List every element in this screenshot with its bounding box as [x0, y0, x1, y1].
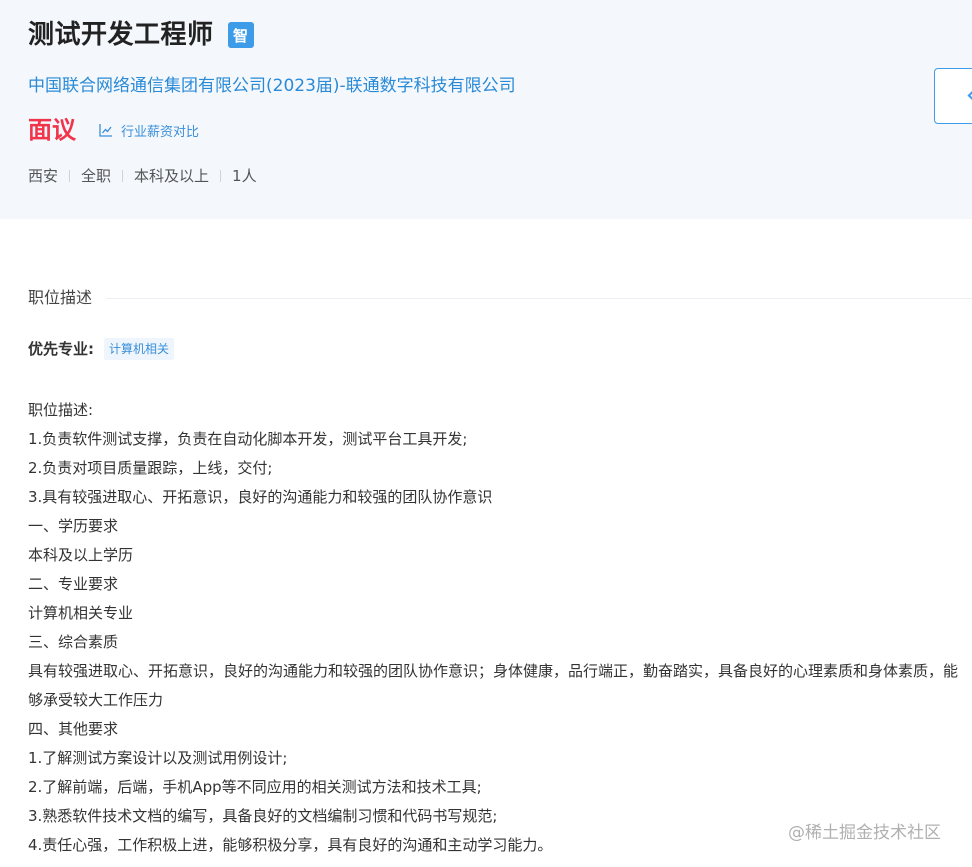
- tag-divider: [122, 170, 124, 182]
- preferred-major-row: 优先专业: 计算机相关: [28, 338, 175, 360]
- tag-headcount: 1人: [232, 167, 257, 185]
- description-section-header: 职位描述: [28, 286, 972, 310]
- description-line: 1.了解测试方案设计以及测试用例设计;: [28, 749, 288, 767]
- tag-type: 全职: [81, 167, 112, 185]
- description-line: 三、综合素质: [28, 633, 119, 651]
- description-line: 3.具有较强进取心、开拓意识，良好的沟通能力和较强的团队协作意识: [28, 488, 493, 506]
- description-line: 二、专业要求: [28, 575, 119, 593]
- trend-chart-icon: [99, 124, 112, 137]
- description-line: 职位描述:: [28, 401, 94, 419]
- job-header: 测试开发工程师 智 中国联合网络通信集团有限公司(2023届)-联通数字科技有限…: [0, 0, 972, 219]
- job-detail-page: 测试开发工程师 智 中国联合网络通信集团有限公司(2023届)-联通数字科技有限…: [0, 0, 972, 867]
- description-line: 2.了解前端，后端，手机App等不同应用的相关测试方法和技术工具;: [28, 778, 482, 796]
- company-link[interactable]: 中国联合网络通信集团有限公司(2023届)-联通数字科技有限公司: [28, 74, 516, 98]
- description-line: 1.负责软件测试支撑，负责在自动化脚本开发，测试平台工具开发;: [28, 430, 468, 448]
- description-line: 四、其他要求: [28, 720, 119, 738]
- description-line: 一、学历要求: [28, 517, 119, 535]
- salary-compare-label: 行业薪资对比: [121, 124, 200, 140]
- salary-row: 面议 行业薪资对比: [28, 114, 199, 146]
- job-description: 职位描述: 1.负责软件测试支撑，负责在自动化脚本开发，测试平台工具开发; 2.…: [28, 396, 958, 860]
- description-line: 本科及以上学历: [28, 546, 134, 564]
- salary-value: 面议: [28, 116, 76, 144]
- tag-divider: [69, 170, 71, 182]
- chevron-left-icon: [967, 90, 972, 101]
- tag-education: 本科及以上: [134, 167, 210, 185]
- watermark: @稀土掘金技术社区: [788, 823, 941, 843]
- description-line: 具有较强进取心、开拓意识，良好的沟通能力和较强的团队协作意识；身体健康，品行端正…: [28, 662, 959, 709]
- tag-location: 西安: [28, 167, 59, 185]
- job-tags: 西安 全职 本科及以上 1人: [28, 166, 257, 186]
- salary-compare-link[interactable]: 行业薪资对比: [98, 121, 199, 140]
- side-action-button[interactable]: [934, 68, 972, 124]
- tag-divider: [220, 170, 222, 182]
- smart-badge: 智: [227, 22, 254, 48]
- title-row: 测试开发工程师 智: [28, 18, 254, 52]
- section-divider: [106, 297, 972, 299]
- preferred-major-label: 优先专业:: [28, 340, 94, 358]
- job-title: 测试开发工程师: [28, 20, 214, 50]
- preferred-major-tag: 计算机相关: [104, 338, 175, 360]
- description-line: 计算机相关专业: [28, 604, 134, 622]
- section-title: 职位描述: [28, 288, 93, 307]
- description-line: 2.负责对项目质量跟踪，上线，交付;: [28, 459, 273, 477]
